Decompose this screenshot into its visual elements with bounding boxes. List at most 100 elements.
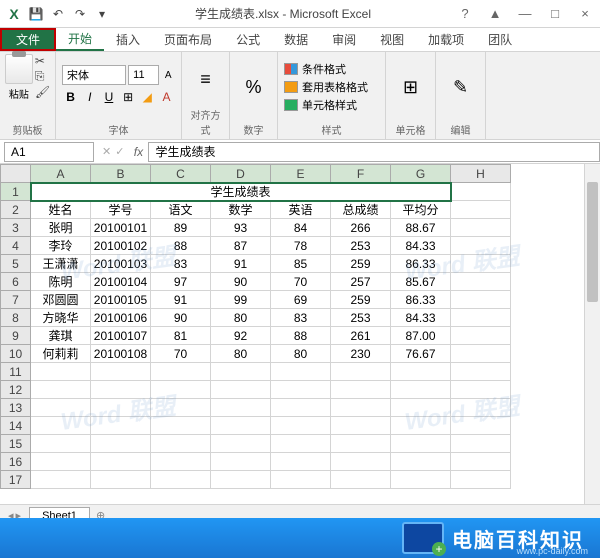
cell[interactable] bbox=[211, 453, 271, 471]
cell[interactable] bbox=[91, 471, 151, 489]
cell[interactable]: 89 bbox=[151, 219, 211, 237]
cell[interactable] bbox=[391, 417, 451, 435]
paste-button[interactable]: 粘贴 bbox=[5, 54, 33, 120]
column-header[interactable]: H bbox=[451, 165, 511, 183]
cell[interactable] bbox=[391, 471, 451, 489]
cell[interactable] bbox=[91, 435, 151, 453]
tab-view[interactable]: 视图 bbox=[368, 28, 416, 51]
cell[interactable] bbox=[331, 399, 391, 417]
cell[interactable] bbox=[451, 381, 511, 399]
tab-data[interactable]: 数据 bbox=[272, 28, 320, 51]
cell[interactable] bbox=[451, 201, 511, 219]
qat-dropdown[interactable]: ▾ bbox=[92, 4, 112, 24]
bold-button[interactable]: B bbox=[62, 87, 79, 107]
cell-style-button[interactable]: 单元格样式 bbox=[284, 97, 379, 113]
close-button[interactable]: × bbox=[574, 4, 596, 24]
cell[interactable] bbox=[151, 435, 211, 453]
cell[interactable] bbox=[451, 273, 511, 291]
cell[interactable] bbox=[31, 363, 91, 381]
cell[interactable] bbox=[31, 399, 91, 417]
row-header[interactable]: 1 bbox=[1, 183, 31, 201]
cell[interactable] bbox=[331, 435, 391, 453]
tab-formulas[interactable]: 公式 bbox=[224, 28, 272, 51]
cell[interactable]: 80 bbox=[211, 309, 271, 327]
ribbon-toggle-button[interactable]: ▲ bbox=[484, 4, 506, 24]
cell[interactable] bbox=[151, 453, 211, 471]
row-header[interactable]: 14 bbox=[1, 417, 31, 435]
cell[interactable]: 70 bbox=[271, 273, 331, 291]
cell[interactable]: 语文 bbox=[151, 201, 211, 219]
cell[interactable]: 平均分 bbox=[391, 201, 451, 219]
cell[interactable]: 20100104 bbox=[91, 273, 151, 291]
increase-font-button[interactable]: A bbox=[161, 65, 175, 85]
row-header[interactable]: 12 bbox=[1, 381, 31, 399]
italic-button[interactable]: I bbox=[81, 87, 98, 107]
row-header[interactable]: 7 bbox=[1, 291, 31, 309]
cell[interactable] bbox=[451, 237, 511, 255]
cell[interactable] bbox=[451, 309, 511, 327]
excel-icon[interactable]: X bbox=[4, 4, 24, 24]
name-box[interactable]: A1 bbox=[4, 142, 94, 162]
cell[interactable] bbox=[391, 453, 451, 471]
cell[interactable]: 王潇潇 bbox=[31, 255, 91, 273]
cell[interactable] bbox=[151, 363, 211, 381]
row-header[interactable]: 3 bbox=[1, 219, 31, 237]
copy-button[interactable]: ⎘ bbox=[35, 69, 50, 84]
cell[interactable] bbox=[451, 327, 511, 345]
cell[interactable]: 88.67 bbox=[391, 219, 451, 237]
cell[interactable] bbox=[391, 381, 451, 399]
cell[interactable] bbox=[151, 471, 211, 489]
row-header[interactable]: 15 bbox=[1, 435, 31, 453]
spreadsheet-grid[interactable]: ABCDEFGH1学生成绩表2姓名学号语文数学英语总成绩平均分3张明201001… bbox=[0, 164, 511, 489]
cell[interactable] bbox=[331, 363, 391, 381]
cell[interactable] bbox=[151, 381, 211, 399]
cell[interactable] bbox=[451, 183, 511, 201]
font-color-button[interactable]: A bbox=[158, 87, 175, 107]
fx-icon[interactable]: fx bbox=[128, 145, 148, 159]
formula-input[interactable]: 学生成绩表 bbox=[148, 142, 600, 162]
cell[interactable]: 90 bbox=[211, 273, 271, 291]
cell[interactable]: 76.67 bbox=[391, 345, 451, 363]
column-header[interactable]: G bbox=[391, 165, 451, 183]
cell[interactable] bbox=[451, 291, 511, 309]
cell[interactable]: 84.33 bbox=[391, 237, 451, 255]
row-header[interactable]: 11 bbox=[1, 363, 31, 381]
conditional-format-button[interactable]: 条件格式 bbox=[284, 61, 379, 77]
cell[interactable]: 84.33 bbox=[391, 309, 451, 327]
cell[interactable] bbox=[151, 399, 211, 417]
cell[interactable]: 邓圆圆 bbox=[31, 291, 91, 309]
column-header[interactable]: B bbox=[91, 165, 151, 183]
cell[interactable]: 87.00 bbox=[391, 327, 451, 345]
cell[interactable]: 姓名 bbox=[31, 201, 91, 219]
cell[interactable] bbox=[151, 417, 211, 435]
cell[interactable]: 87 bbox=[211, 237, 271, 255]
column-header[interactable]: F bbox=[331, 165, 391, 183]
cell[interactable]: 93 bbox=[211, 219, 271, 237]
redo-button[interactable]: ↷ bbox=[70, 4, 90, 24]
cell[interactable] bbox=[271, 471, 331, 489]
accept-formula-icon[interactable]: ✓ bbox=[115, 145, 124, 158]
tab-insert[interactable]: 插入 bbox=[104, 28, 152, 51]
cell[interactable]: 83 bbox=[151, 255, 211, 273]
cell[interactable] bbox=[451, 471, 511, 489]
cell[interactable] bbox=[31, 435, 91, 453]
tab-addins[interactable]: 加载项 bbox=[416, 28, 476, 51]
cell[interactable]: 80 bbox=[211, 345, 271, 363]
cell[interactable]: 86.33 bbox=[391, 255, 451, 273]
cell[interactable] bbox=[31, 453, 91, 471]
cell[interactable]: 99 bbox=[211, 291, 271, 309]
font-size-select[interactable]: 11 bbox=[128, 65, 159, 85]
cell[interactable]: 80 bbox=[271, 345, 331, 363]
cell[interactable] bbox=[211, 363, 271, 381]
vertical-scrollbar[interactable] bbox=[584, 164, 600, 504]
cell[interactable] bbox=[31, 381, 91, 399]
cell[interactable]: 学生成绩表 bbox=[31, 183, 451, 201]
tab-home[interactable]: 开始 bbox=[56, 28, 104, 51]
cell[interactable]: 253 bbox=[331, 237, 391, 255]
cell[interactable]: 92 bbox=[211, 327, 271, 345]
row-header[interactable]: 6 bbox=[1, 273, 31, 291]
cell[interactable] bbox=[271, 381, 331, 399]
minimize-button[interactable]: — bbox=[514, 4, 536, 24]
cell[interactable]: 张明 bbox=[31, 219, 91, 237]
cell[interactable] bbox=[331, 453, 391, 471]
